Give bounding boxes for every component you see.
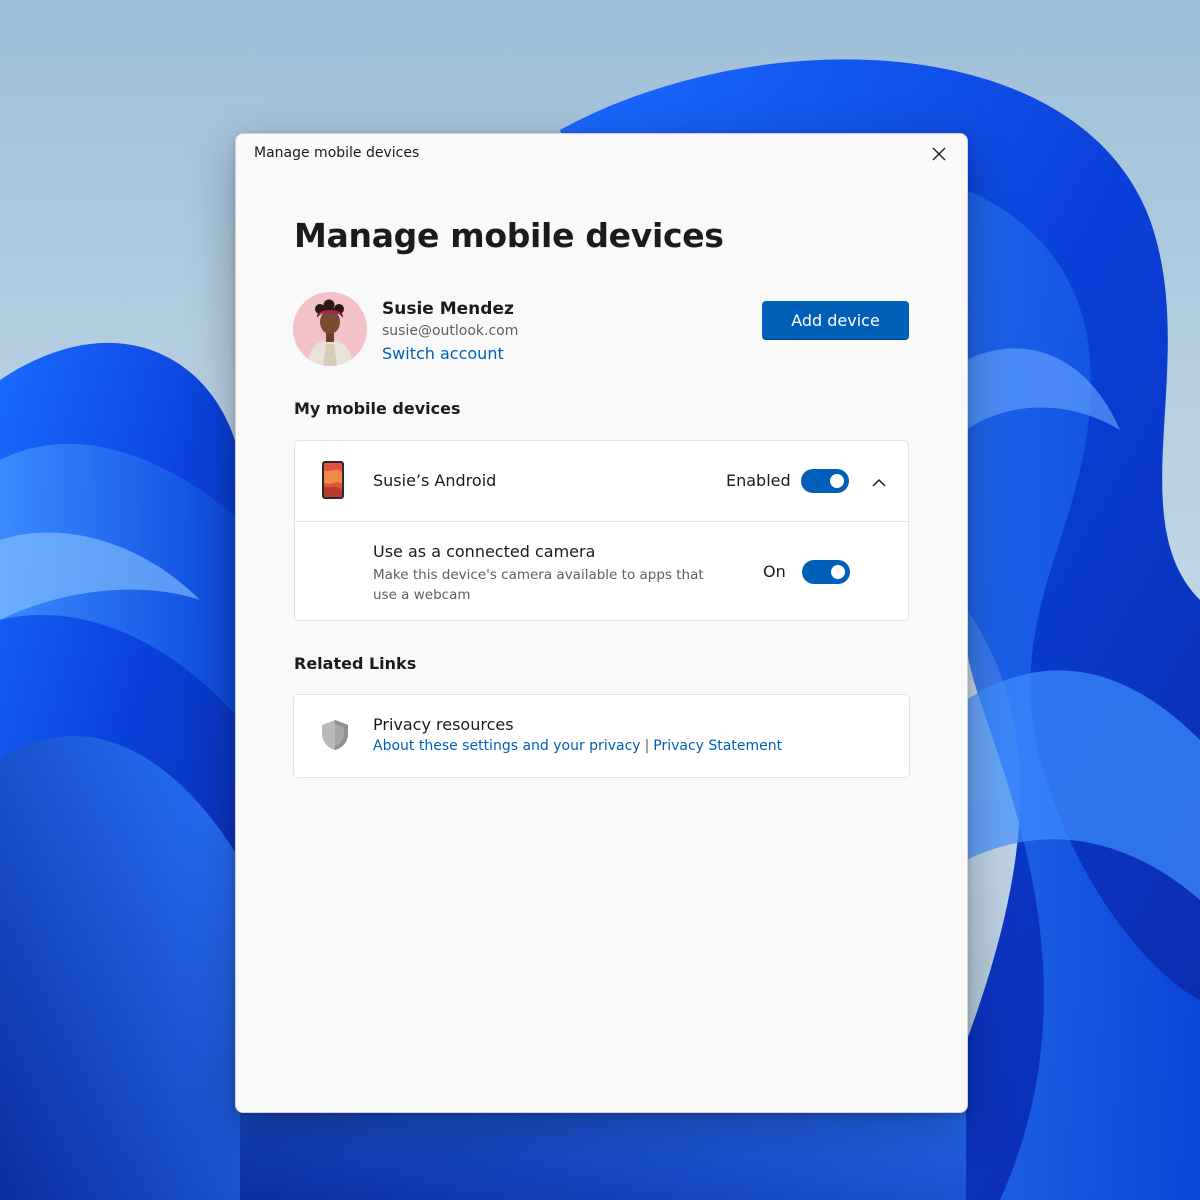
- camera-setting-title: Use as a connected camera: [373, 542, 596, 561]
- toggle-knob: [830, 474, 844, 488]
- account-email: susie@outlook.com: [382, 323, 519, 339]
- shield-icon: [322, 720, 348, 750]
- device-row[interactable]: Susie’s Android Enabled: [295, 441, 908, 522]
- privacy-resources-title: Privacy resources: [373, 715, 514, 734]
- account-name: Susie Mendez: [382, 299, 514, 319]
- device-enabled-toggle[interactable]: [801, 469, 849, 493]
- related-links-heading: Related Links: [294, 654, 417, 673]
- page-title: Manage mobile devices: [294, 216, 724, 255]
- chevron-up-icon: [872, 478, 886, 487]
- add-device-button[interactable]: Add device: [762, 301, 909, 340]
- camera-setting-description: Make this device's camera available to a…: [373, 567, 704, 603]
- switch-account-link[interactable]: Switch account: [382, 344, 504, 363]
- about-settings-privacy-link[interactable]: About these settings and your privacy: [373, 738, 641, 754]
- device-status-label: Enabled: [726, 471, 791, 490]
- title-bar: Manage mobile devices: [236, 134, 967, 174]
- toggle-knob: [831, 565, 845, 579]
- manage-devices-dialog: Manage mobile devices Manage mobile devi…: [235, 133, 968, 1113]
- device-card: Susie’s Android Enabled Use as a connect…: [294, 440, 909, 621]
- device-name: Susie’s Android: [373, 471, 497, 490]
- my-devices-heading: My mobile devices: [294, 399, 461, 418]
- phone-icon: [322, 461, 344, 499]
- close-button[interactable]: [923, 138, 955, 170]
- camera-state-label: On: [763, 562, 786, 581]
- close-icon: [932, 147, 946, 161]
- avatar: [293, 292, 367, 366]
- collapse-button[interactable]: [865, 468, 893, 496]
- link-separator: |: [644, 738, 650, 754]
- privacy-resources-card: Privacy resources About these settings a…: [293, 694, 910, 778]
- camera-toggle[interactable]: [802, 560, 850, 584]
- privacy-links: About these settings and your privacy | Pr…: [373, 738, 782, 754]
- window-title: Manage mobile devices: [254, 145, 420, 161]
- desktop: Manage mobile devices Manage mobile devi…: [0, 0, 1200, 1200]
- privacy-statement-link[interactable]: Privacy Statement: [653, 738, 782, 754]
